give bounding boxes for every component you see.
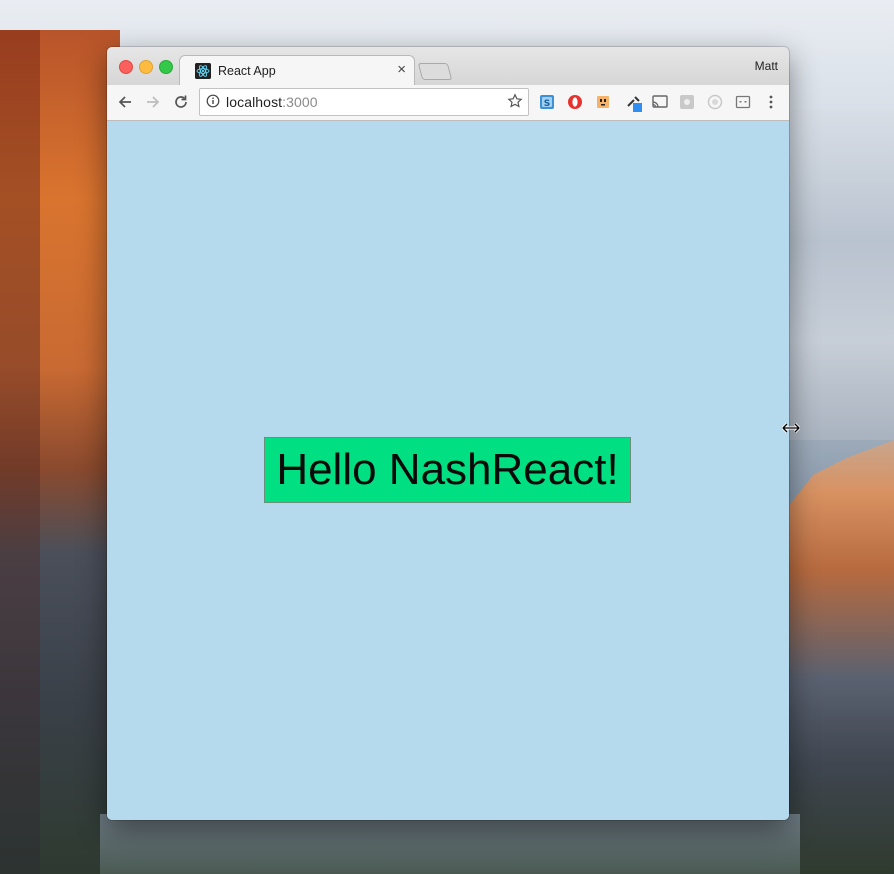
circle-extension-icon[interactable]: [707, 94, 723, 110]
page-viewport: Hello NashReact!: [107, 121, 789, 820]
cast-icon[interactable]: [651, 94, 668, 110]
new-tab-button[interactable]: [417, 63, 453, 80]
wallpaper-valley: [100, 814, 800, 874]
reload-icon[interactable]: [172, 93, 190, 111]
maximize-window-button[interactable]: [159, 60, 173, 74]
tab-react-app[interactable]: React App ×: [179, 55, 415, 86]
greeting-banner: Hello NashReact!: [264, 437, 631, 503]
browser-toolbar: localhost:3000 S: [107, 85, 789, 121]
tab-close-icon[interactable]: ×: [397, 61, 406, 78]
url-text: localhost:3000: [226, 94, 318, 110]
info-icon[interactable]: [206, 94, 220, 113]
wallpaper-mountain: [779, 440, 894, 874]
eyedropper-extension-icon[interactable]: [625, 94, 642, 112]
tab-title: React App: [218, 64, 276, 78]
resize-cursor-icon: [781, 421, 801, 434]
s-extension-icon[interactable]: S: [539, 94, 555, 110]
address-bar[interactable]: localhost:3000: [199, 88, 529, 116]
title-bar: React App × Matt: [107, 47, 789, 86]
wallpaper-clouds: [774, 110, 894, 440]
minimize-window-button[interactable]: [139, 60, 153, 74]
mask-extension-icon[interactable]: [735, 94, 751, 110]
gray-extension-icon[interactable]: [679, 94, 695, 110]
react-logo-icon: [195, 63, 211, 79]
face-extension-icon[interactable]: [595, 94, 611, 110]
profile-button[interactable]: Matt: [755, 59, 778, 73]
forward-arrow-icon[interactable]: [144, 93, 162, 111]
bookmark-star-icon[interactable]: [507, 93, 523, 114]
svg-text:S: S: [544, 99, 550, 109]
back-arrow-icon[interactable]: [116, 93, 134, 111]
wallpaper-cliff: [0, 30, 120, 874]
close-window-button[interactable]: [119, 60, 133, 74]
url-port: :3000: [282, 94, 318, 110]
opera-extension-icon[interactable]: [567, 94, 583, 110]
browser-window: React App × Matt localhost:3000 S Hello …: [107, 47, 789, 820]
menu-icon[interactable]: [763, 94, 779, 110]
url-host: localhost: [226, 94, 283, 110]
